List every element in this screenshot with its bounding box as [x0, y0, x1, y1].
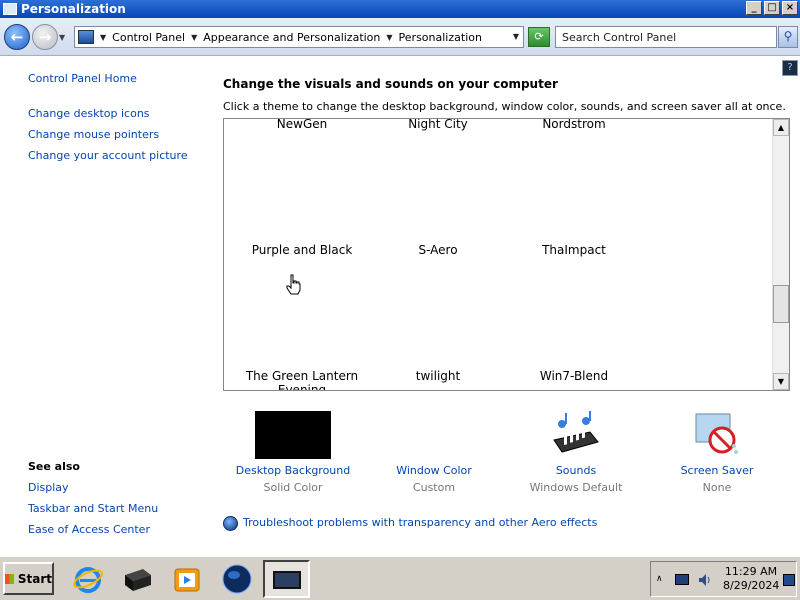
start-label: Start — [17, 571, 52, 586]
sounds-value: Windows Default — [529, 481, 623, 494]
theme-item[interactable]: twilight — [363, 369, 513, 383]
title-bar: Personalization _ □ × — [0, 0, 800, 18]
sounds-setting: Sounds Windows Default — [516, 464, 636, 494]
screen-saver-setting: Screen Saver None — [657, 464, 777, 494]
help-icon[interactable]: ? — [782, 60, 798, 76]
globe-icon[interactable] — [221, 563, 253, 595]
change-account-picture-link[interactable]: Change your account picture — [28, 149, 188, 162]
window-title: Personalization — [21, 2, 126, 16]
personalization-icon — [273, 571, 301, 589]
storage-icon[interactable] — [121, 563, 153, 595]
personalization-task-button[interactable] — [263, 560, 310, 598]
address-dropdown-icon[interactable]: ▼ — [513, 32, 519, 41]
close-button[interactable]: × — [782, 1, 798, 15]
clock[interactable]: 11:29 AM 8/29/2024 — [723, 565, 779, 593]
start-button[interactable]: Start — [3, 562, 54, 595]
scroll-up-button[interactable]: ▲ — [773, 119, 789, 136]
hand-cursor-icon — [286, 274, 301, 295]
screen-saver-icon[interactable] — [692, 410, 740, 458]
screen-saver-value: None — [702, 481, 732, 494]
search-icon[interactable]: ⚲ — [778, 26, 798, 48]
screen-saver-link[interactable]: Screen Saver — [657, 464, 777, 477]
clock-time: 11:29 AM — [724, 565, 778, 578]
desktop-background-link[interactable]: Desktop Background — [233, 464, 353, 477]
media-player-icon[interactable] — [171, 563, 203, 595]
theme-list-scrollbar[interactable]: ▲ ▼ — [772, 119, 789, 390]
sounds-icon[interactable] — [550, 410, 600, 458]
scroll-thumb[interactable] — [773, 285, 789, 323]
breadcrumb-arrow-icon[interactable]: ▼ — [100, 33, 106, 42]
change-desktop-icons-link[interactable]: Change desktop icons — [28, 107, 150, 120]
theme-item[interactable]: The Green Lantern Evening — [227, 369, 377, 390]
breadcrumb-arrow-icon[interactable]: ▼ — [191, 33, 197, 42]
refresh-button[interactable]: ⟳ — [528, 27, 550, 47]
theme-item[interactable]: Night City — [363, 119, 513, 131]
breadcrumb-personalization[interactable]: Personalization — [399, 31, 482, 44]
control-panel-home-link[interactable]: Control Panel Home — [28, 72, 137, 85]
see-also-heading: See also — [28, 460, 80, 473]
scroll-down-button[interactable]: ▼ — [773, 373, 789, 390]
theme-item[interactable]: NewGen — [227, 119, 377, 131]
volume-icon[interactable] — [698, 573, 712, 587]
sounds-link[interactable]: Sounds — [516, 464, 636, 477]
windows-logo-icon — [5, 573, 14, 584]
breadcrumb-arrow-icon[interactable]: ▼ — [386, 33, 392, 42]
window-color-link[interactable]: Window Color — [374, 464, 494, 477]
address-bar[interactable]: ▼ Control Panel ▼ Appearance and Persona… — [74, 26, 524, 48]
window-app-icon — [3, 3, 17, 15]
change-mouse-pointers-link[interactable]: Change mouse pointers — [28, 128, 159, 141]
control-panel-icon — [78, 30, 94, 44]
internet-explorer-icon[interactable] — [72, 563, 104, 595]
window-controls: _ □ × — [746, 1, 798, 15]
show-desktop-icon[interactable] — [783, 574, 795, 586]
clock-date: 8/29/2024 — [723, 579, 780, 592]
desktop-background-value: Solid Color — [263, 481, 323, 494]
theme-list: NewGen Night City Nordstrom Purple and B… — [223, 118, 790, 391]
ease-of-access-link[interactable]: Ease of Access Center — [28, 523, 150, 536]
page-description: Click a theme to change the desktop back… — [223, 100, 786, 113]
desktop-background-setting: Desktop Background Solid Color — [233, 464, 353, 494]
theme-item[interactable]: ThaImpact — [499, 243, 649, 257]
search-input[interactable]: Search Control Panel — [555, 26, 777, 48]
maximize-button[interactable]: □ — [764, 1, 780, 15]
left-pane: Control Panel Home Change desktop icons … — [0, 57, 210, 556]
taskbar: Start ∧ 11:29 AM 8/29/2024 — [0, 556, 800, 600]
taskbar-start-menu-link[interactable]: Taskbar and Start Menu — [28, 502, 158, 515]
breadcrumb-appearance[interactable]: Appearance and Personalization — [203, 31, 380, 44]
theme-item[interactable]: Purple and Black — [227, 243, 377, 257]
navigation-bar: ← → ▼ ▼ Control Panel ▼ Appearance and P… — [0, 18, 800, 56]
troubleshoot-aero-link[interactable]: Troubleshoot problems with transparency … — [243, 516, 597, 529]
breadcrumb-control-panel[interactable]: Control Panel — [112, 31, 185, 44]
history-dropdown-icon[interactable]: ▼ — [59, 33, 65, 42]
show-hidden-icons-icon[interactable]: ∧ — [656, 574, 663, 584]
action-center-icon[interactable] — [675, 574, 689, 585]
theme-item[interactable]: Win7-Blend — [499, 369, 649, 383]
page-heading: Change the visuals and sounds on your co… — [223, 77, 558, 91]
theme-item[interactable]: Nordstrom — [499, 119, 649, 131]
system-tray: ∧ 11:29 AM 8/29/2024 — [650, 561, 797, 597]
window-color-value: Custom — [412, 481, 456, 494]
minimize-button[interactable]: _ — [746, 1, 762, 15]
back-button[interactable]: ← — [4, 24, 30, 50]
display-link[interactable]: Display — [28, 481, 69, 494]
forward-button[interactable]: → — [32, 24, 58, 50]
desktop-background-thumbnail[interactable] — [255, 411, 331, 459]
theme-item[interactable]: S-Aero — [363, 243, 513, 257]
window-color-setting: Window Color Custom — [374, 464, 494, 494]
troubleshoot-icon — [223, 516, 238, 531]
